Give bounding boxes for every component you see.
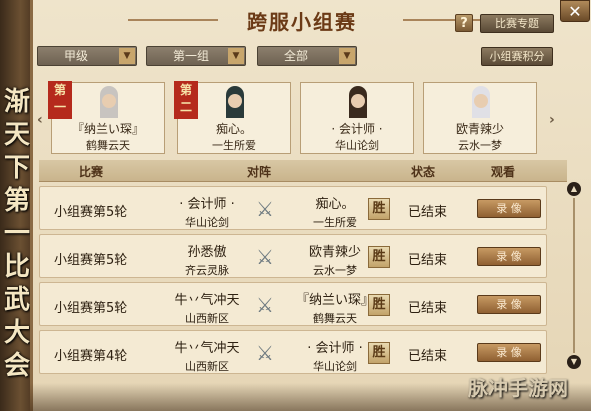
help-button[interactable]: ? <box>455 14 473 32</box>
status-text: 已结束 <box>408 205 448 220</box>
next-arrow-icon[interactable]: › <box>549 112 555 128</box>
scrollbar[interactable]: ▲ ▼ <box>567 182 581 369</box>
prev-arrow-icon[interactable]: ‹ <box>37 112 43 128</box>
group-select-value: 第一组 <box>173 49 210 63</box>
scroll-up-icon[interactable]: ▲ <box>567 182 581 196</box>
avatar <box>214 86 256 118</box>
col-watch: 观看 <box>491 165 516 179</box>
win-badge: 胜 <box>368 342 390 364</box>
avatar <box>337 86 379 118</box>
group-points-button[interactable]: 小组赛积分 <box>481 47 553 66</box>
col-match: 比赛 <box>79 165 104 179</box>
player1: 孙悉傲 齐云灵脉 <box>185 245 229 277</box>
crossed-swords-icon: ⚔ <box>256 197 274 221</box>
player-card[interactable]: 欧青辣少 云水一梦 <box>423 82 537 154</box>
filter-bar: 甲级 ▼ 第一组 ▼ 全部 ▼ 小组赛积分 <box>33 46 591 68</box>
col-status: 状态 <box>411 165 436 179</box>
table-row: 小组赛第4轮 牛丷气冲天 山西新区 ⚔ · 会计师 · 华山论剑 胜 已结束 录 像 <box>39 330 547 374</box>
crossed-swords-icon: ⚔ <box>256 245 274 269</box>
status-text: 已结束 <box>408 253 448 268</box>
watermark: 脉冲手游网 <box>468 376 568 400</box>
player-server: 一生所爱 <box>212 139 256 152</box>
crossed-swords-icon: ⚔ <box>256 341 274 365</box>
player-card[interactable]: 第一 『纳兰い琛』 鹤舞云天 <box>48 81 165 154</box>
player2: 欧青辣少 云水一梦 <box>308 245 361 277</box>
rank-badge: 第二 <box>174 81 198 119</box>
scope-select-value: 全部 <box>284 49 309 63</box>
level-select[interactable]: 甲级 ▼ <box>37 46 137 66</box>
scope-select[interactable]: 全部 ▼ <box>257 46 357 66</box>
player2: · 会计师 · 华山论剑 <box>307 341 363 373</box>
player-name: · 会计师 · <box>331 122 383 136</box>
player1: 牛丷气冲天 山西新区 <box>174 293 240 325</box>
scroll-down-icon[interactable]: ▼ <box>567 355 581 369</box>
player1: · 会计师 · 华山论剑 <box>179 197 235 229</box>
player-server: 云水一梦 <box>458 139 502 152</box>
status-text: 已结束 <box>408 349 448 364</box>
table-header: 比赛 对阵 状态 观看 <box>39 160 567 182</box>
page-title: 跨服小组赛 <box>247 10 357 34</box>
side-banner: 渐天下第一比武大会 <box>0 0 34 411</box>
banner-text: 渐天下第一比武大会 <box>3 87 30 381</box>
chevron-down-icon: ▼ <box>228 48 244 64</box>
group-select[interactable]: 第一组 ▼ <box>146 46 246 66</box>
table-row: 小组赛第5轮 牛丷气冲天 山西新区 ⚔ 『纳兰い琛』 鹤舞云天 胜 已结束 录 像 <box>39 282 547 326</box>
win-badge: 胜 <box>368 294 390 316</box>
player-card[interactable]: · 会计师 · 华山论剑 <box>300 82 414 154</box>
chevron-down-icon: ▼ <box>339 48 355 64</box>
replay-button[interactable]: 录 像 <box>477 343 541 362</box>
round-label: 小组赛第5轮 <box>54 253 128 268</box>
player-card[interactable]: 第二 痴心。 一生所爱 <box>174 81 291 154</box>
tournament-panel: 跨服小组赛 ? 比赛专题 ✕ 甲级 ▼ 第一组 ▼ 全部 ▼ 小组赛积分 ‹ ›… <box>30 0 591 411</box>
avatar <box>88 86 130 118</box>
replay-button[interactable]: 录 像 <box>477 295 541 314</box>
player-name: 欧青辣少 <box>455 122 504 136</box>
round-label: 小组赛第5轮 <box>54 301 128 316</box>
close-button[interactable]: ✕ <box>560 0 590 22</box>
replay-button[interactable]: 录 像 <box>477 247 541 266</box>
player-name: 『纳兰い琛』 <box>71 122 144 136</box>
topic-button[interactable]: 比赛专题 <box>480 14 554 33</box>
player2: 『纳兰い琛』 鹤舞云天 <box>295 293 374 325</box>
player-server: 鹤舞云天 <box>86 139 130 152</box>
player2: 痴心。 一生所爱 <box>313 197 357 229</box>
win-badge: 胜 <box>368 198 390 220</box>
player-name: 痴心。 <box>215 122 252 136</box>
avatar <box>460 86 502 118</box>
title-bar: 跨服小组赛 ? 比赛专题 ✕ <box>33 0 591 38</box>
round-label: 小组赛第5轮 <box>54 205 128 220</box>
win-badge: 胜 <box>368 246 390 268</box>
round-label: 小组赛第4轮 <box>54 349 128 364</box>
title-ornament-left <box>128 19 218 21</box>
ranking-cards: 第一 『纳兰い琛』 鹤舞云天 第二 痴心。 一生所爱 · 会计师 · 华山论剑 … <box>48 81 547 156</box>
player-server: 华山论剑 <box>335 139 379 152</box>
status-text: 已结束 <box>408 301 448 316</box>
level-select-value: 甲级 <box>64 49 89 63</box>
scroll-track[interactable] <box>573 198 575 353</box>
table-row: 小组赛第5轮 孙悉傲 齐云灵脉 ⚔ 欧青辣少 云水一梦 胜 已结束 录 像 <box>39 234 547 278</box>
replay-button[interactable]: 录 像 <box>477 199 541 218</box>
player1: 牛丷气冲天 山西新区 <box>174 341 240 373</box>
chevron-down-icon: ▼ <box>119 48 135 64</box>
rank-badge: 第一 <box>48 81 72 119</box>
col-pair: 对阵 <box>247 165 272 179</box>
table-row: 小组赛第5轮 · 会计师 · 华山论剑 ⚔ 痴心。 一生所爱 胜 已结束 录 像 <box>39 186 547 230</box>
crossed-swords-icon: ⚔ <box>256 293 274 317</box>
